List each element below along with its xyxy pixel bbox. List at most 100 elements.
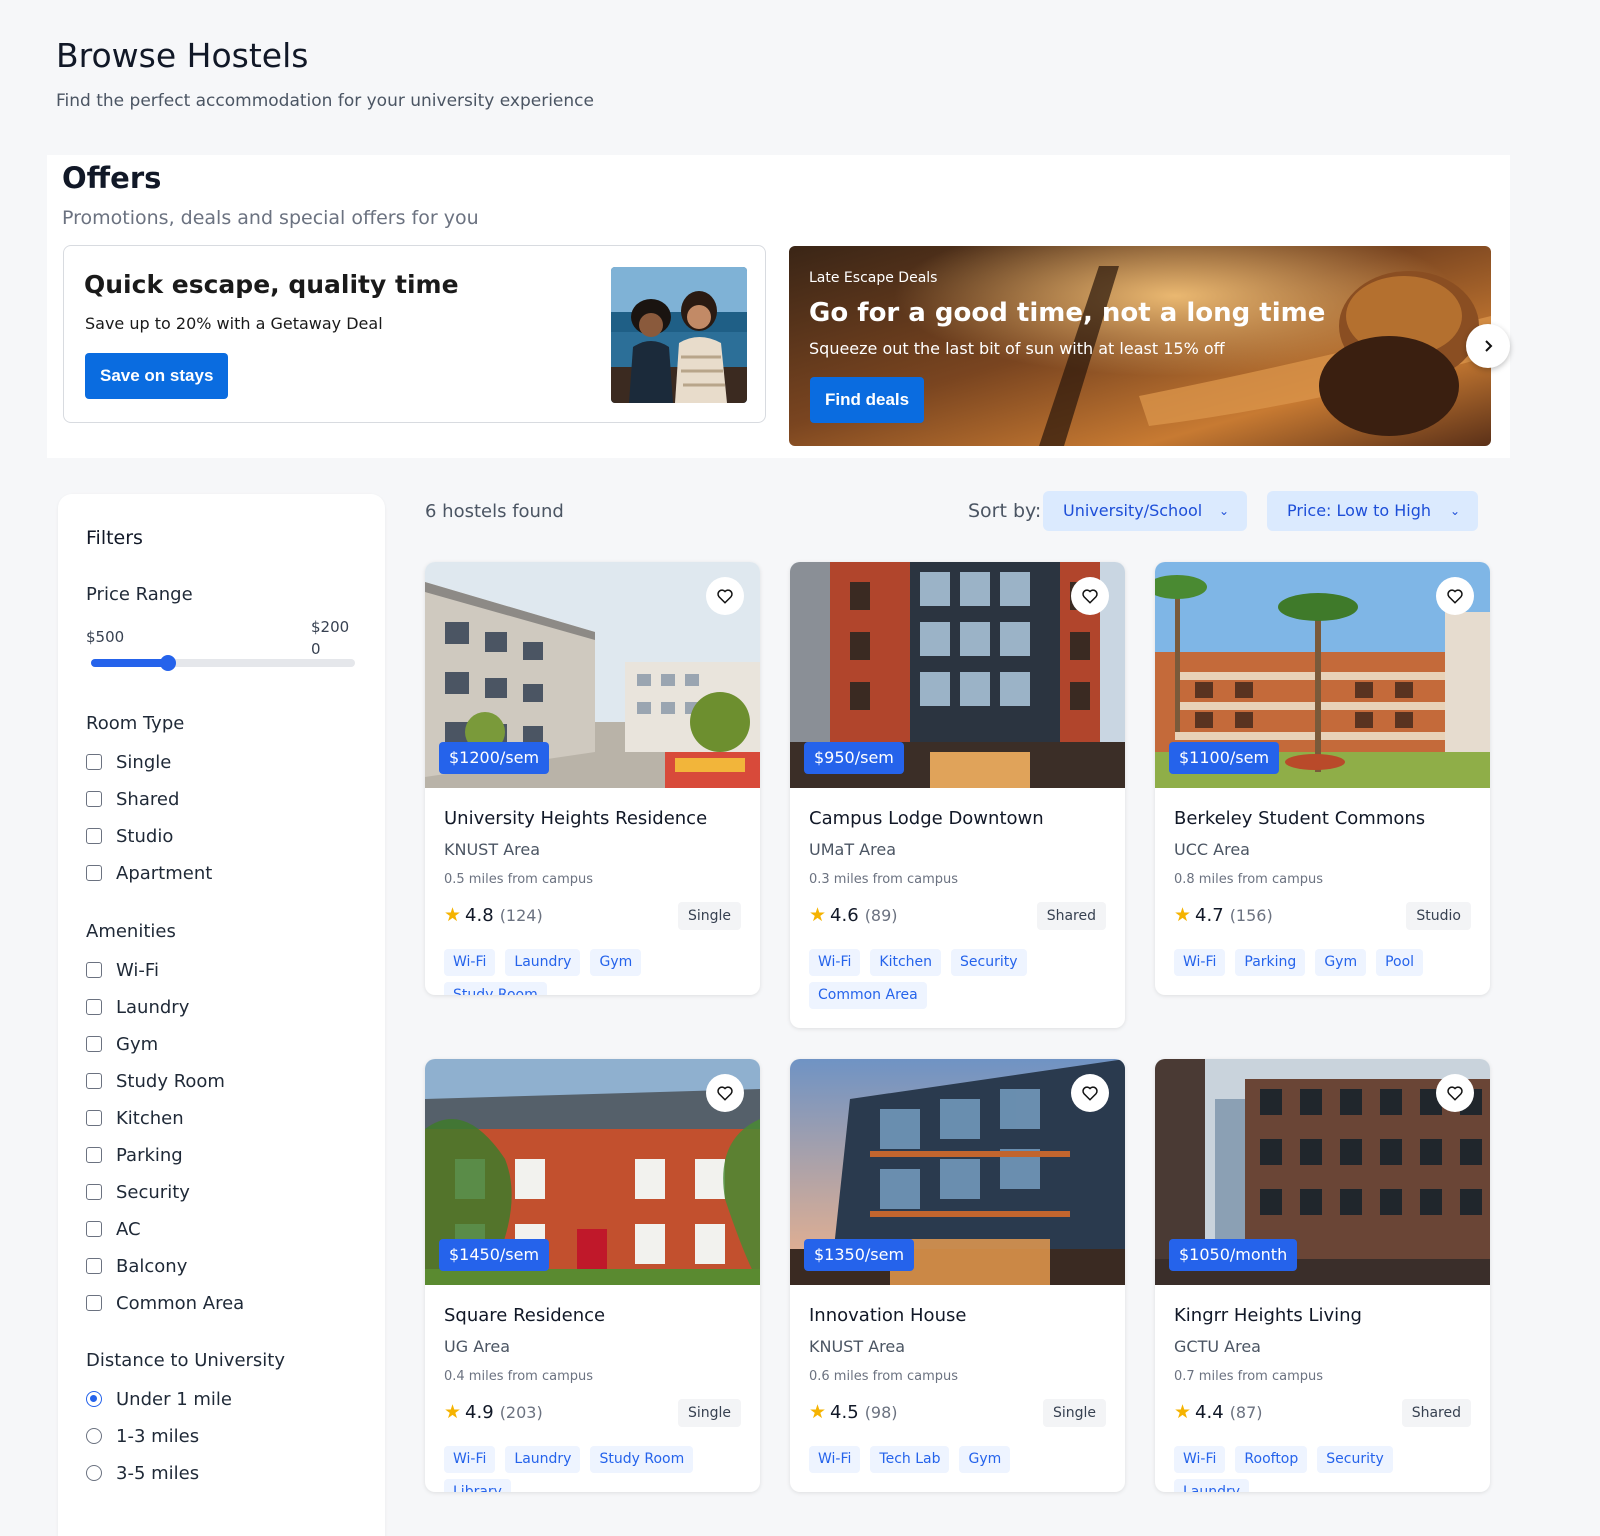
find-deals-button[interactable]: Find deals bbox=[810, 377, 925, 423]
hostel-card[interactable]: $1050/month Kingrr Heights Living GCTU A… bbox=[1155, 1059, 1490, 1492]
amenity-tag: Gym bbox=[590, 949, 642, 976]
amenity-tag: Security bbox=[951, 949, 1027, 976]
hostel-distance: 0.6 miles from campus bbox=[809, 1369, 959, 1384]
checkbox[interactable] bbox=[86, 865, 102, 881]
save-on-stays-button[interactable]: Save on stays bbox=[85, 353, 229, 399]
checkbox[interactable] bbox=[86, 791, 102, 807]
amenity-tag: Rooftop bbox=[1235, 1446, 1308, 1473]
radio-button[interactable] bbox=[86, 1391, 102, 1407]
amenity-laundry[interactable]: Laundry bbox=[86, 995, 189, 1019]
amenities-label: Amenities bbox=[86, 921, 176, 942]
distance-under-1-mile[interactable]: Under 1 mile bbox=[86, 1387, 232, 1411]
checkbox[interactable] bbox=[86, 754, 102, 770]
offers-subtitle: Promotions, deals and special offers for… bbox=[62, 207, 479, 229]
checkbox[interactable] bbox=[86, 1073, 102, 1089]
room-type-apartment[interactable]: Apartment bbox=[86, 861, 212, 885]
hostel-card[interactable]: $1350/sem Innovation House KNUST Area 0.… bbox=[790, 1059, 1125, 1492]
hostel-card[interactable]: $1200/sem University Heights Residence K… bbox=[425, 562, 760, 995]
room-type-studio[interactable]: Studio bbox=[86, 824, 173, 848]
amenity-security[interactable]: Security bbox=[86, 1180, 190, 1204]
banner-subtitle: Squeeze out the last bit of sun with at … bbox=[809, 339, 1225, 358]
sort-price-select[interactable]: Price: Low to High ⌄ bbox=[1267, 491, 1478, 531]
room-type-shared[interactable]: Shared bbox=[86, 787, 179, 811]
hostel-rating: ★ 4.7 (156) bbox=[1174, 904, 1273, 926]
amenity-tag: Wi-Fi bbox=[1174, 1446, 1226, 1473]
favorite-button[interactable] bbox=[706, 1074, 744, 1112]
distance-3-5-miles[interactable]: 3-5 miles bbox=[86, 1461, 199, 1485]
price-range-label: Price Range bbox=[86, 584, 193, 605]
review-count: (87) bbox=[1229, 1402, 1263, 1422]
amenity-tag: Laundry bbox=[1174, 1479, 1250, 1492]
couple-photo bbox=[611, 267, 747, 403]
price-range-thumb[interactable] bbox=[159, 655, 176, 671]
checkbox[interactable] bbox=[86, 1036, 102, 1052]
hostel-name[interactable]: Berkeley Student Commons bbox=[1174, 808, 1425, 829]
amenity-wifi[interactable]: Wi-Fi bbox=[86, 958, 159, 982]
hostel-name[interactable]: Kingrr Heights Living bbox=[1174, 1305, 1362, 1326]
favorite-button[interactable] bbox=[1071, 577, 1109, 615]
hostel-name[interactable]: Innovation House bbox=[809, 1305, 966, 1326]
checkbox[interactable] bbox=[86, 999, 102, 1015]
carousel-next-button[interactable] bbox=[1466, 324, 1510, 368]
favorite-button[interactable] bbox=[1436, 1074, 1474, 1112]
heart-icon bbox=[1082, 1086, 1098, 1101]
radio-label: Under 1 mile bbox=[116, 1388, 232, 1410]
amenity-tag: Laundry bbox=[505, 1446, 581, 1473]
hostel-card[interactable]: $1100/sem Berkeley Student Commons UCC A… bbox=[1155, 562, 1490, 995]
price-range-slider[interactable] bbox=[91, 655, 355, 671]
checkbox-label: Wi-Fi bbox=[116, 959, 159, 981]
checkbox[interactable] bbox=[86, 1110, 102, 1126]
hostel-card[interactable]: $1450/sem Square Residence UG Area 0.4 m… bbox=[425, 1059, 760, 1492]
amenity-tag: Gym bbox=[1315, 949, 1367, 976]
hostel-rating: ★ 4.9 (203) bbox=[444, 1401, 543, 1423]
checkbox-label: Single bbox=[116, 751, 172, 773]
sort-university-select[interactable]: University/School ⌄ bbox=[1043, 491, 1247, 531]
room-type-badge: Studio bbox=[1406, 902, 1471, 930]
amenity-tag: Security bbox=[1317, 1446, 1393, 1473]
checkbox-label: Security bbox=[116, 1181, 190, 1203]
checkbox-label: Parking bbox=[116, 1144, 183, 1166]
amenity-gym[interactable]: Gym bbox=[86, 1032, 158, 1056]
amenity-balcony[interactable]: Balcony bbox=[86, 1254, 187, 1278]
checkbox-label: Laundry bbox=[116, 996, 190, 1018]
hostel-name[interactable]: Square Residence bbox=[444, 1305, 605, 1326]
amenity-kitchen[interactable]: Kitchen bbox=[86, 1106, 184, 1130]
radio-label: 3-5 miles bbox=[116, 1462, 200, 1484]
amenity-tag: Library bbox=[444, 1479, 511, 1492]
chevron-down-icon: ⌄ bbox=[1218, 504, 1229, 518]
checkbox[interactable] bbox=[86, 1147, 102, 1163]
hostel-name[interactable]: University Heights Residence bbox=[444, 808, 707, 829]
checkbox[interactable] bbox=[86, 962, 102, 978]
room-type-single[interactable]: Single bbox=[86, 750, 171, 774]
amenity-tag: Study Room bbox=[444, 982, 547, 995]
checkbox-label: Balcony bbox=[116, 1255, 188, 1277]
favorite-button[interactable] bbox=[1071, 1074, 1109, 1112]
amenity-parking[interactable]: Parking bbox=[86, 1143, 183, 1167]
amenity-ac[interactable]: AC bbox=[86, 1217, 141, 1241]
hostel-area: UG Area bbox=[444, 1337, 511, 1356]
hostel-name[interactable]: Campus Lodge Downtown bbox=[809, 808, 1044, 829]
hostel-card[interactable]: $950/sem Campus Lodge Downtown UMaT Area… bbox=[790, 562, 1125, 1028]
hostel-distance: 0.3 miles from campus bbox=[809, 872, 959, 887]
heart-icon bbox=[1447, 589, 1463, 604]
hostel-rating: ★ 4.8 (124) bbox=[444, 904, 543, 926]
results-count: 6 hostels found bbox=[425, 501, 564, 522]
filters-title: Filters bbox=[86, 527, 143, 549]
favorite-button[interactable] bbox=[1436, 577, 1474, 615]
checkbox[interactable] bbox=[86, 1184, 102, 1200]
distance-1-3-miles[interactable]: 1-3 miles bbox=[86, 1424, 199, 1448]
radio-label: 1-3 miles bbox=[116, 1425, 200, 1447]
amenity-study-room[interactable]: Study Room bbox=[86, 1069, 225, 1093]
checkbox-label: Gym bbox=[116, 1033, 159, 1055]
radio-button[interactable] bbox=[86, 1428, 102, 1444]
checkbox[interactable] bbox=[86, 1258, 102, 1274]
radio-button[interactable] bbox=[86, 1465, 102, 1481]
amenity-common-area[interactable]: Common Area bbox=[86, 1291, 244, 1315]
heart-icon bbox=[1082, 589, 1098, 604]
checkbox[interactable] bbox=[86, 828, 102, 844]
rating-value: 4.6 bbox=[830, 904, 859, 926]
checkbox[interactable] bbox=[86, 1295, 102, 1311]
checkbox[interactable] bbox=[86, 1221, 102, 1237]
favorite-button[interactable] bbox=[706, 577, 744, 615]
chevron-right-icon bbox=[1485, 340, 1493, 352]
